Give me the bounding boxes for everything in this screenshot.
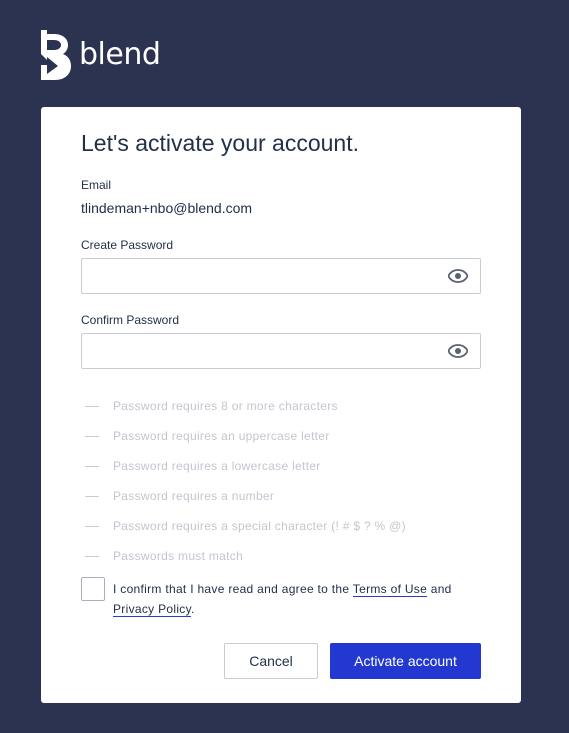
eye-icon[interactable] — [448, 269, 468, 283]
create-password-label: Create Password — [81, 238, 174, 252]
terms-checkbox[interactable] — [81, 577, 105, 601]
agreement-prefix: I confirm that I have read and agree to … — [113, 582, 353, 596]
dash-icon — [85, 495, 99, 497]
requirement-item: Password requires an uppercase letter — [85, 421, 406, 451]
dash-icon — [85, 465, 99, 467]
requirement-text: Password requires 8 or more characters — [113, 399, 338, 413]
page-title: Let's activate your account. — [81, 130, 359, 156]
confirm-password-field-wrapper — [81, 333, 481, 369]
confirm-password-input[interactable] — [90, 336, 444, 368]
dash-icon — [85, 525, 99, 527]
requirement-item: Password requires a special character (!… — [85, 511, 406, 541]
create-password-input[interactable] — [90, 261, 444, 293]
activation-card: Let's activate your account. Email tlind… — [41, 107, 521, 703]
agreement-suffix: . — [191, 602, 195, 616]
terms-of-use-link[interactable]: Terms of Use — [352, 582, 428, 597]
requirement-text: Password requires an uppercase letter — [113, 429, 330, 443]
cancel-button[interactable]: Cancel — [224, 643, 318, 679]
eye-icon[interactable] — [448, 344, 468, 358]
brand-logo: blend — [41, 30, 161, 80]
confirm-password-label: Confirm Password — [81, 313, 180, 327]
requirement-text: Password requires a special character (!… — [113, 519, 406, 533]
email-value: tlindeman+nbo@blend.com — [81, 200, 253, 216]
requirement-item: Passwords must match — [85, 541, 406, 571]
create-password-field-wrapper — [81, 258, 481, 294]
requirement-text: Password requires a lowercase letter — [113, 459, 321, 473]
password-requirements-list: Password requires 8 or more characters P… — [85, 391, 406, 571]
email-label: Email — [81, 178, 112, 192]
dash-icon — [85, 405, 99, 407]
dash-icon — [85, 435, 99, 437]
requirement-item: Password requires 8 or more characters — [85, 391, 406, 421]
dash-icon — [85, 555, 99, 557]
agreement-middle: and — [427, 582, 452, 596]
privacy-policy-link[interactable]: Privacy Policy — [113, 602, 191, 617]
requirement-text: Password requires a number — [113, 489, 275, 503]
requirement-item: Password requires a number — [85, 481, 406, 511]
requirement-text: Passwords must match — [113, 549, 244, 563]
brand-name: blend — [79, 37, 161, 72]
activate-account-button[interactable]: Activate account — [330, 643, 481, 679]
agreement-text: I confirm that I have read and agree to … — [113, 579, 483, 619]
blend-b-logo-icon — [41, 30, 71, 80]
requirement-item: Password requires a lowercase letter — [85, 451, 406, 481]
